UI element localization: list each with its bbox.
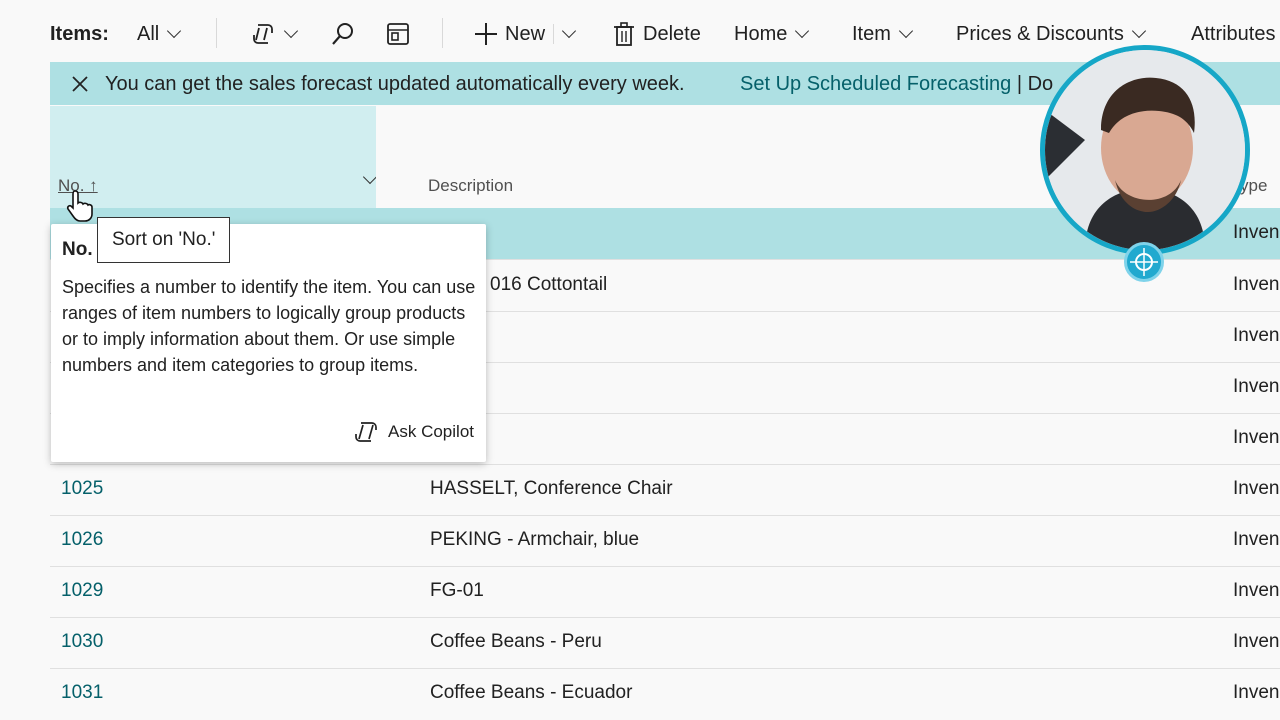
item-description: FG-01 [430,580,484,601]
new-options-button[interactable] [558,16,577,52]
item-type: Inven [1233,631,1280,652]
hand-cursor-icon [66,190,93,222]
presenter-video-icon [1045,50,1245,250]
attributes-menu[interactable]: Attributes [1191,16,1275,52]
search-button[interactable] [330,16,356,52]
action-bar: Items: All New Delete Home Item Prices &… [0,0,1280,66]
banner-message: You can get the sales forecast updated a… [105,73,685,95]
item-no-link[interactable]: 1029 [61,580,103,602]
table-row[interactable]: 1031 Coffee Beans - Ecuador Inven [50,668,1280,719]
webcam-overlay [1040,45,1250,255]
item-type: Inven [1233,682,1280,703]
plus-icon [475,23,497,45]
edit-list-icon [387,23,409,45]
divider [216,18,217,48]
webcam-move-badge[interactable] [1124,242,1164,282]
item-type: Inven [1233,478,1280,499]
column-description-label[interactable]: Description [428,176,513,196]
item-menu[interactable]: Item [852,16,913,52]
item-type: Inven [1233,529,1280,550]
sort-tooltip: Sort on 'No.' [97,217,231,263]
item-description: HASSELT, Conference Chair [430,478,673,499]
copilot-menu-button[interactable] [250,16,299,52]
item-no-link[interactable]: 1030 [61,631,103,653]
new-label: New [505,22,546,45]
table-row[interactable]: 1029 FG-01 Inven [50,566,1280,618]
copilot-icon [253,24,273,44]
banner-link-2[interactable]: | Do [1017,73,1053,95]
attributes-label: Attributes [1191,22,1276,45]
divider [553,24,554,44]
setup-forecasting-link-text: Set Up Scheduled Forecasting [740,73,1012,95]
delete-label: Delete [643,22,701,45]
search-icon [332,23,353,45]
chevron-down-icon [167,23,182,38]
prices-discounts-label: Prices & Discounts [956,22,1124,45]
trash-icon [614,22,634,46]
item-type: Inven [1233,376,1280,397]
new-button[interactable]: New [473,16,545,52]
item-description: 016 Cottontail [490,274,608,295]
ask-copilot-label: Ask Copilot [388,422,474,441]
item-type: Inven [1233,427,1280,448]
chevron-down-icon [1131,23,1146,38]
help-card-title: No. [62,239,93,260]
prices-discounts-menu[interactable]: Prices & Discounts [956,16,1146,52]
chevron-down-icon[interactable] [362,169,378,185]
item-no-link[interactable]: 1025 [61,478,103,500]
table-row[interactable]: 1026 PEKING - Armchair, blue Inven [50,515,1280,567]
delete-button[interactable]: Delete [613,16,701,52]
item-no-link[interactable]: 1026 [61,529,103,551]
item-no-link[interactable]: 1031 [61,682,103,704]
home-menu-label: Home [734,22,788,45]
table-row[interactable]: 1030 Coffee Beans - Peru Inven [50,617,1280,669]
item-description: Coffee Beans - Ecuador [430,682,633,703]
view-filter-value: All [137,22,160,45]
chevron-down-icon [898,23,913,38]
edit-list-button[interactable] [385,16,411,52]
divider [442,18,443,48]
items-label: Items: [50,22,109,45]
item-type: Inven [1233,325,1280,346]
ask-copilot-button[interactable]: Ask Copilot [352,420,474,444]
chevron-down-icon [561,23,577,38]
chevron-down-icon [283,23,299,38]
help-card-body: Specifies a number to identify the item.… [62,277,476,375]
home-menu[interactable]: Home [734,16,810,52]
table-row[interactable]: 1025 HASSELT, Conference Chair Inven [50,464,1280,516]
item-type: Inven [1233,222,1280,243]
item-menu-label: Item [852,22,891,45]
column-header-no[interactable]: No. ↑ [50,106,378,208]
item-description: Coffee Beans - Peru [430,631,602,652]
item-description: PEKING - Armchair, blue [430,529,640,550]
chevron-down-icon [795,23,810,38]
setup-forecasting-link[interactable]: Set Up Scheduled Forecasting | Do [740,73,1053,96]
item-type: Inven [1233,580,1280,601]
item-type: Inven [1233,274,1280,295]
copilot-icon [355,422,377,442]
view-filter-dropdown[interactable]: All [137,16,182,52]
close-icon[interactable] [70,74,90,94]
move-icon [1130,248,1158,276]
